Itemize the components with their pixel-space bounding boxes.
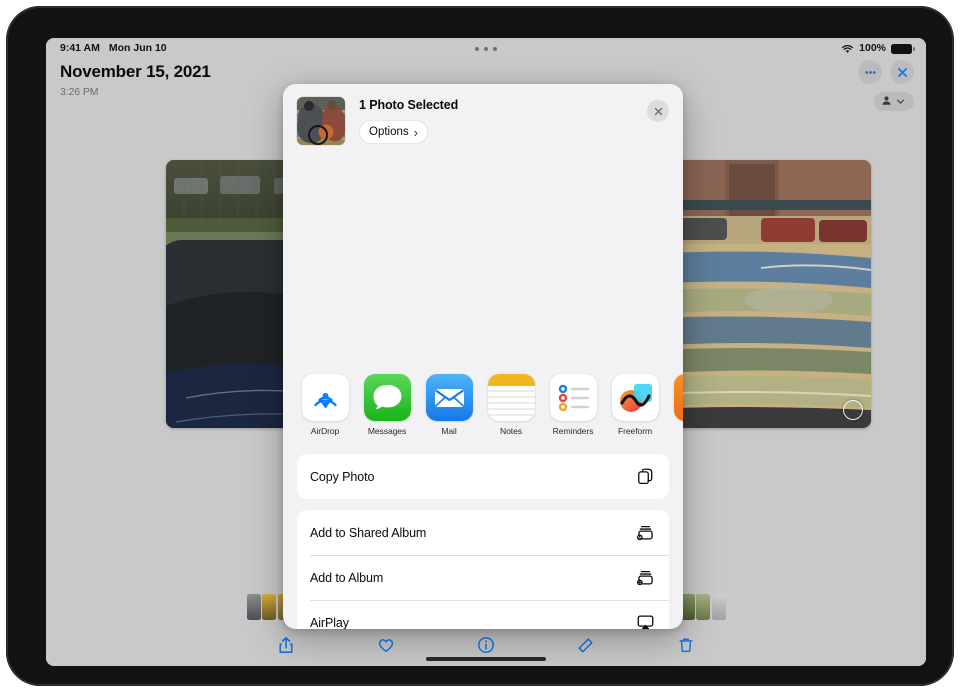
people-dropdown-button[interactable] [874, 92, 914, 111]
share-app-label: AirDrop [310, 426, 340, 436]
heart-icon[interactable] [375, 634, 397, 656]
device-display: 9:41 AM Mon Jun 10 100% November 15, 202… [46, 38, 926, 666]
share-app-mail[interactable]: Mail [425, 374, 473, 436]
share-app-label: Messages [367, 426, 407, 436]
airdrop-icon [301, 374, 349, 421]
share-app-freeform[interactable]: Freeform [611, 374, 659, 436]
share-app-label: Mail [441, 426, 457, 436]
battery-icon [891, 44, 915, 54]
add-album-icon [634, 567, 656, 589]
share-app-row[interactable]: AirDrop Messages Mail Notes Reminders Fr… [283, 362, 683, 454]
share-sheet: 1 Photo Selected Options › AirDrop Messa… [283, 84, 683, 629]
share-sheet-header: 1 Photo Selected Options › [283, 84, 683, 154]
action-copy-photo[interactable]: Copy Photo [297, 454, 669, 499]
home-indicator [426, 657, 546, 661]
chevron-right-icon: › [413, 124, 418, 140]
action-label: Add to Shared Album [310, 525, 427, 540]
window-grabber-dots[interactable] [475, 47, 497, 51]
share-sheet-thumbnail [297, 97, 345, 145]
options-button[interactable]: Options › [359, 120, 428, 144]
action-add-to-album[interactable]: Add to Album [297, 555, 669, 600]
mail-icon [425, 374, 473, 421]
messages-icon [363, 374, 411, 421]
device-bezel: 9:41 AM Mon Jun 10 100% November 15, 202… [6, 6, 954, 686]
share-sheet-close-button[interactable] [647, 100, 669, 122]
filmstrip-thumb[interactable] [246, 594, 261, 620]
photo-select-circle[interactable] [843, 400, 863, 420]
action-label: Add to Album [310, 570, 384, 585]
wifi-icon [841, 44, 854, 54]
photo-time: 3:26 PM [60, 86, 99, 98]
battery-percent: 100% [859, 42, 886, 54]
notes-icon [487, 374, 535, 421]
share-app-label: Books [673, 426, 683, 436]
share-app-messages[interactable]: Messages [363, 374, 411, 436]
close-button[interactable] [890, 60, 914, 84]
books-icon [673, 374, 683, 421]
chevron-down-icon [896, 93, 905, 111]
airplay-icon [634, 612, 656, 629]
person-icon [881, 93, 892, 111]
reminders-icon [549, 374, 597, 421]
options-label: Options [369, 126, 409, 138]
trash-icon[interactable] [675, 634, 697, 656]
filmstrip-thumb[interactable] [262, 594, 276, 620]
action-airplay[interactable]: AirPlay [297, 600, 669, 629]
status-time: 9:41 AM [60, 42, 100, 54]
share-action-group: Add to Shared Album Add to Album AirPlay [297, 510, 669, 629]
share-app-notes[interactable]: Notes [487, 374, 535, 436]
action-add-to-shared-album[interactable]: Add to Shared Album [297, 510, 669, 555]
page-title: November 15, 2021 [60, 62, 211, 81]
markup-pen-icon[interactable] [575, 634, 597, 656]
status-bar: 9:41 AM Mon Jun 10 100% [46, 38, 926, 58]
shared-album-icon [634, 522, 656, 544]
freeform-icon [611, 374, 659, 421]
share-sheet-photo-preview [283, 154, 683, 362]
share-icon[interactable] [275, 634, 297, 656]
more-options-button[interactable] [858, 60, 882, 84]
photos-app-screen: 9:41 AM Mon Jun 10 100% November 15, 202… [46, 38, 926, 666]
share-app-airdrop[interactable]: AirDrop [301, 374, 349, 436]
share-app-reminders[interactable]: Reminders [549, 374, 597, 436]
status-date: Mon Jun 10 [108, 42, 167, 54]
share-action-group: Copy Photo [297, 454, 669, 499]
action-label: Copy Photo [310, 469, 375, 484]
action-label: AirPlay [310, 615, 349, 630]
info-circle-icon[interactable] [475, 634, 497, 656]
share-app-label: Notes [500, 426, 522, 436]
share-sheet-title: 1 Photo Selected [359, 98, 459, 112]
copy-icon [634, 466, 656, 488]
filmstrip-thumb[interactable] [711, 594, 726, 620]
share-action-list: Copy Photo Add to Shared Album Add to Al… [283, 454, 683, 629]
filmstrip-thumb[interactable] [696, 594, 710, 620]
share-app-label: Reminders [552, 426, 594, 436]
ipad-device: 9:41 AM Mon Jun 10 100% November 15, 202… [0, 0, 960, 692]
share-app-label: Freeform [617, 426, 653, 436]
share-app-books[interactable]: Books [673, 374, 683, 436]
